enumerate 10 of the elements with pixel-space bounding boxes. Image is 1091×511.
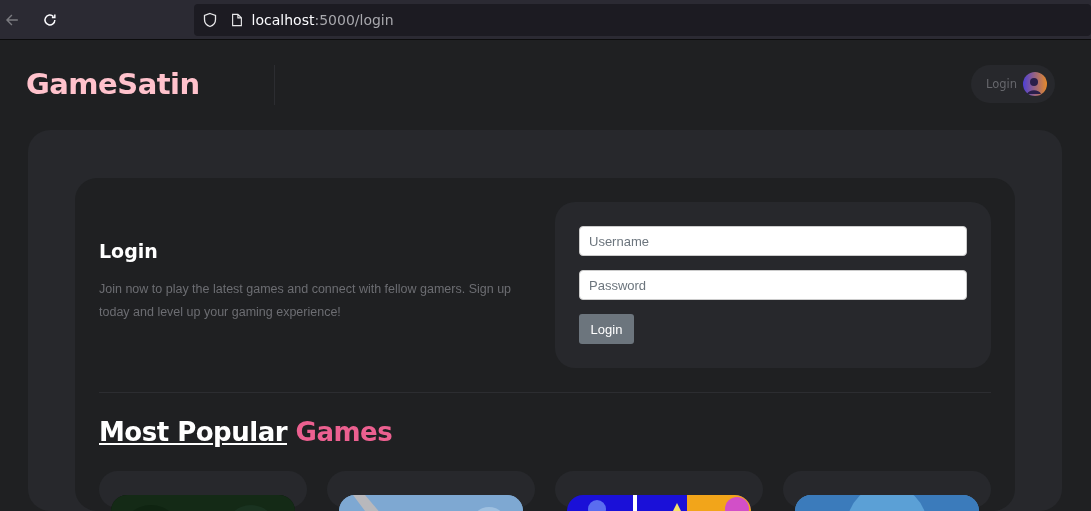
- login-title: Login: [99, 240, 159, 262]
- section-heading-highlight: Games: [295, 417, 393, 447]
- address-bar[interactable]: localhost:5000/login: [193, 3, 1091, 36]
- login-description: Join now to play the latest games and connect with fellow gamers. Sign up today and level up your gaming experience!: [99, 281, 513, 321]
- section-heading: Most Popular: [99, 417, 287, 447]
- username-field[interactable]: Username: [579, 226, 967, 256]
- url-text: localhost:5000/login: [251, 11, 394, 28]
- password-field[interactable]: Password: [579, 270, 967, 300]
- site-logo[interactable]: GameSatin: [26, 67, 200, 101]
- submit-button[interactable]: Login: [579, 314, 634, 344]
